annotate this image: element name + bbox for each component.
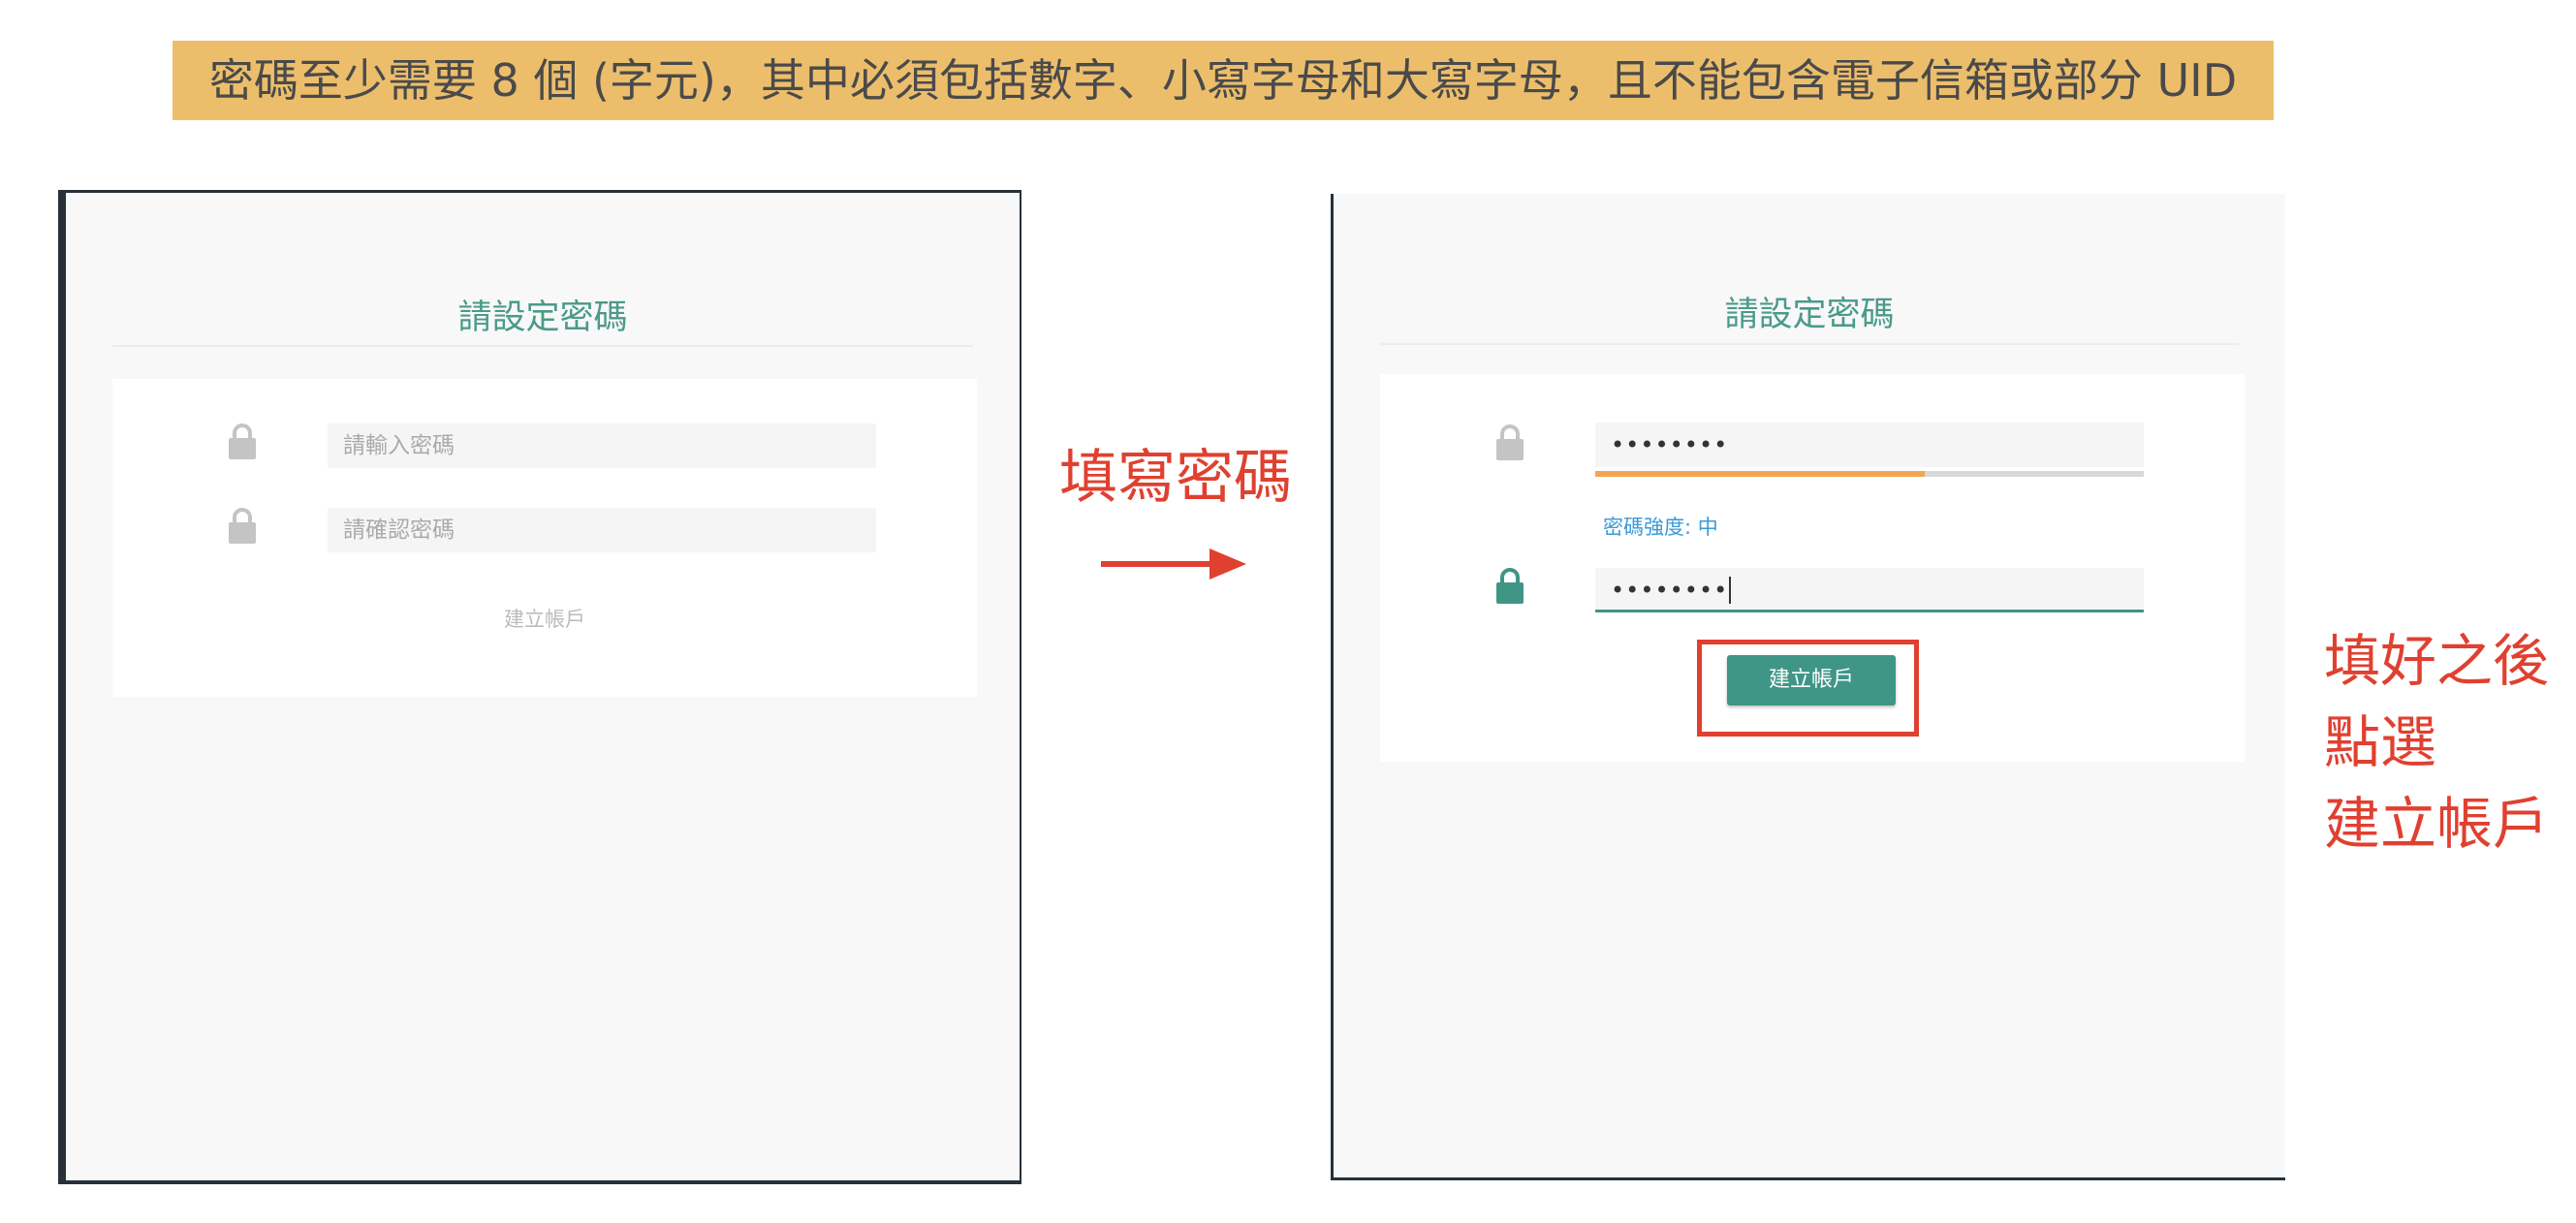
- title-divider: [112, 345, 973, 347]
- annotation-line: 填好之後: [2324, 628, 2550, 694]
- lock-icon-active: [1496, 568, 1524, 604]
- annotation-line: 建立帳戶: [2324, 791, 2550, 858]
- instruction-banner: 密碼至少需要 8 個 (字元)，其中必須包括數字、小寫字母和大寫字母，且不能包含…: [173, 41, 2274, 120]
- title-divider: [1380, 343, 2239, 345]
- password-input[interactable]: 請輸入密碼: [328, 423, 876, 468]
- highlight-box: [1697, 640, 1919, 737]
- right-arrow-icon: [1101, 549, 1246, 580]
- fill-password-label: 填寫密碼: [1059, 444, 1292, 512]
- create-account-button[interactable]: 建立帳戶: [496, 604, 593, 633]
- password-strength-label: 密碼強度: 中: [1603, 516, 1718, 539]
- annotation-line: 點選: [2324, 709, 2437, 776]
- password-input[interactable]: ••••••••: [1595, 423, 2144, 467]
- confirm-password-value: ••••••••: [1611, 577, 1729, 604]
- confirm-password-input[interactable]: ••••••••: [1595, 568, 2144, 612]
- confirm-password-input[interactable]: 請確認密碼: [328, 508, 876, 552]
- annotation-text: 填好之後 點選 建立帳戶: [2324, 620, 2549, 864]
- page-title: 請設定密碼: [1724, 296, 1895, 334]
- lock-icon: [229, 423, 256, 459]
- password-form-card: 請輸入密碼 請確認密碼 建立帳戶: [112, 379, 977, 697]
- lock-icon: [229, 508, 256, 544]
- password-strength-meter: [1595, 471, 2144, 477]
- password-strength-fill: [1595, 471, 1925, 477]
- lock-icon: [1496, 424, 1524, 460]
- left-screenshot-panel: 請設定密碼 請輸入密碼 請確認密碼 建立帳戶: [58, 190, 1021, 1184]
- text-caret: [1729, 577, 1732, 604]
- page-title: 請設定密碼: [457, 298, 628, 337]
